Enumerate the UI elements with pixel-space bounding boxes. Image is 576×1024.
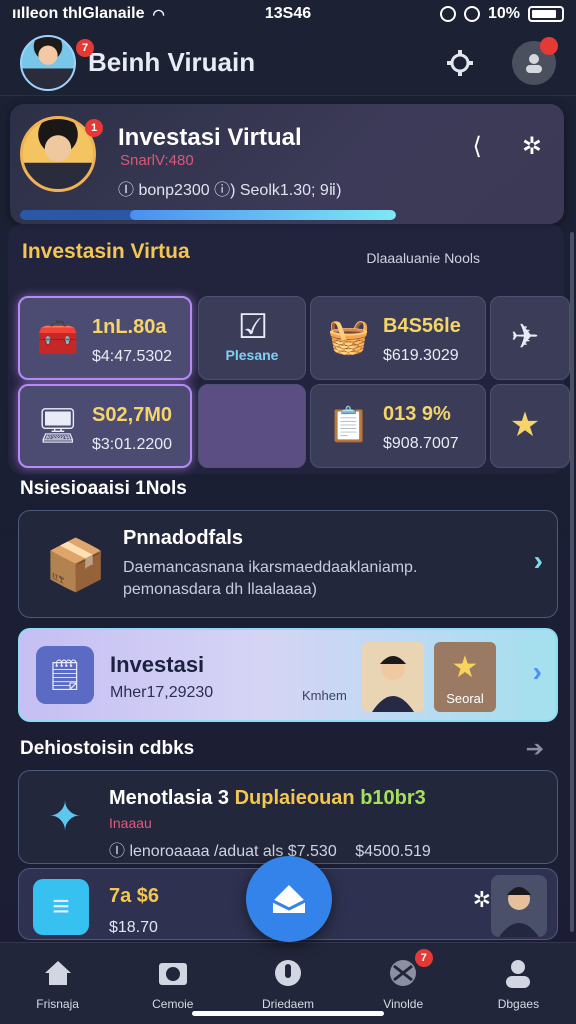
chest-icon: 🧰 (36, 319, 80, 357)
nav-label: Dbgaes (497, 997, 540, 1011)
tile-value: B4S56le (383, 315, 461, 337)
plane-icon: ✈ (510, 318, 540, 356)
tile-plane[interactable]: ✈ (490, 296, 570, 380)
profile-card[interactable]: 1 Investasi Virtual SnarlV:480 Ⓘ bonp230… (10, 104, 564, 224)
avatar-badge: 7 (76, 38, 94, 57)
settings-gear-icon[interactable] (438, 41, 482, 85)
nav-label: Driedaem (261, 997, 315, 1011)
chevron-right-icon[interactable]: › (533, 656, 542, 688)
treasure-box-icon: 📦 (44, 536, 108, 593)
nav-label: Frisnaja (36, 997, 79, 1011)
monitor-icon: 🖥 (36, 407, 80, 445)
profile-subtitle: SnarlV:480 (120, 152, 194, 169)
recent-title-b: Duplaieouan (234, 787, 355, 809)
status-bar: ıılleon thlGlanaile ◠ 13S46 10% (0, 0, 576, 28)
bottom-card-sub: $18.70 (109, 919, 158, 936)
promo-desc-1: Daemancasnana ikarsmaeddaaklaniamp. (123, 559, 418, 576)
tile-value: 013 9% (383, 403, 451, 425)
section-note[interactable]: Dlaaaluanie Nools (366, 250, 480, 266)
promo-card[interactable]: 📦 Pnnadodfals Daemancasnana ikarsmaeddaa… (18, 510, 558, 618)
tile-empty[interactable] (198, 384, 306, 468)
envelope-icon (272, 885, 306, 913)
investasi-card[interactable]: 🗒 Investasi Mher17,29230 Kmhem ★ Seoral … (18, 628, 558, 722)
alarm-icon (463, 6, 480, 22)
compose-button[interactable] (246, 856, 332, 942)
compass-icon: ✦ (48, 795, 82, 839)
nav-profile[interactable]: Dbgaes (461, 943, 576, 1024)
page-title: Beinh Viruain (88, 47, 256, 77)
camera-icon (155, 957, 191, 989)
advisor-avatar[interactable] (362, 642, 424, 712)
investasi-caption: Kmhem (302, 688, 347, 703)
scrollbar[interactable] (570, 232, 574, 932)
recent-card[interactable]: ✦ Menotlasia 3 Duplaieouan b10br3 Inaaau… (18, 770, 558, 864)
microphone-icon (270, 957, 306, 989)
investasi-sub: Mher17,29230 (110, 684, 214, 701)
profile-avatar-badge: 1 (85, 119, 103, 137)
investasi-title: Investasi (110, 652, 205, 677)
tile-plesane[interactable]: ☑ Plesane (198, 296, 306, 380)
tile-savings[interactable]: 🧺 B4S56le $619.3029 (310, 296, 486, 380)
promo-desc-2: pemonasdara dh llaalaaaa) (123, 581, 317, 598)
nav-home[interactable]: Frisnaja (0, 943, 115, 1024)
home-indicator (192, 1011, 384, 1016)
notes-icon: 🗒 (36, 646, 94, 704)
gear-icon[interactable]: ✲ (473, 887, 491, 913)
tile-sub: $619.3029 (383, 347, 459, 364)
star-icon: ★ (509, 406, 541, 444)
star-card-label: Seoral (446, 691, 484, 706)
tile-sub: $908.7007 (383, 435, 459, 452)
recent-meta-b: $4500.519 (355, 843, 431, 860)
checklist-icon: ☑ (237, 308, 269, 346)
recent-title-a: Menotlasia 3 (109, 787, 230, 809)
wifi-icon: ◠ (152, 5, 165, 22)
list-icon: ≡ (33, 879, 89, 935)
section-title-investasi: Investasin Virtua (22, 240, 190, 263)
header-avatar[interactable]: 7 (20, 34, 94, 91)
user-profile-icon[interactable] (512, 36, 558, 85)
tile-star[interactable]: ★ (490, 384, 570, 468)
user-avatar[interactable] (491, 875, 547, 937)
bottom-nav: Frisnaja Cemoie Driedaem 7 Vinolde Dbgae… (0, 942, 576, 1024)
document-icon: 📋 (327, 406, 371, 444)
section-title-tools: Nsiesioaaisi 1Nols (20, 478, 187, 499)
profile-title: Investasi Virtual (118, 124, 302, 151)
tile-value: 1nL.80a (92, 316, 167, 338)
tile-document[interactable]: 📋 013 9% $908.7007 (310, 384, 486, 468)
star-reward-card[interactable]: ★ Seoral (434, 642, 496, 712)
star-icon: ★ (451, 651, 479, 684)
battery-percent: 10% (487, 5, 520, 22)
tile-sub: $4:47.5302 (92, 348, 173, 365)
progress-fill (130, 210, 396, 220)
share-icon[interactable]: ⟨ (473, 132, 482, 161)
recent-title-c: b10br3 (360, 787, 426, 809)
battery-icon (528, 6, 564, 22)
profile-avatar: 1 (20, 116, 103, 192)
chevron-right-icon[interactable]: › (534, 545, 543, 577)
section-title-history: Dehiostoisin cdbks (20, 738, 195, 759)
arrow-right-icon[interactable]: ➔ (526, 736, 544, 762)
profile-meta: Ⓘ bonp2300 ⓘ) Seolk1.30; 9ⅱ) (118, 182, 342, 199)
profile-progress (20, 210, 396, 220)
tile-device[interactable]: 🖥 S02,7M0 $3:01.2200 (18, 384, 192, 468)
promo-title: Pnnadodfals (123, 527, 244, 549)
carrier-text: ıılleon thlGlanaile (12, 5, 145, 22)
tile-label: Plesane (225, 347, 279, 363)
nav-label: Cemoie (152, 997, 194, 1011)
focus-icon (439, 6, 456, 22)
tile-portfolio[interactable]: 🧰 1nL.80a $4:47.5302 (18, 296, 192, 380)
basket-icon: 🧺 (327, 318, 371, 356)
nav-label: Vinolde (383, 997, 424, 1011)
bottom-card-value: 7a $6 (109, 885, 160, 907)
home-icon (40, 957, 76, 989)
gear-icon[interactable]: ✲ (522, 132, 542, 161)
tile-sub: $3:01.2200 (92, 436, 173, 453)
tile-value: S02,7M0 (92, 404, 173, 426)
person-icon (500, 957, 536, 989)
profile-badge (540, 36, 558, 55)
nav-badge: 7 (414, 949, 433, 967)
recent-tag: Inaaau (109, 815, 152, 831)
app-header: 7 Beinh Viruain (0, 30, 576, 96)
